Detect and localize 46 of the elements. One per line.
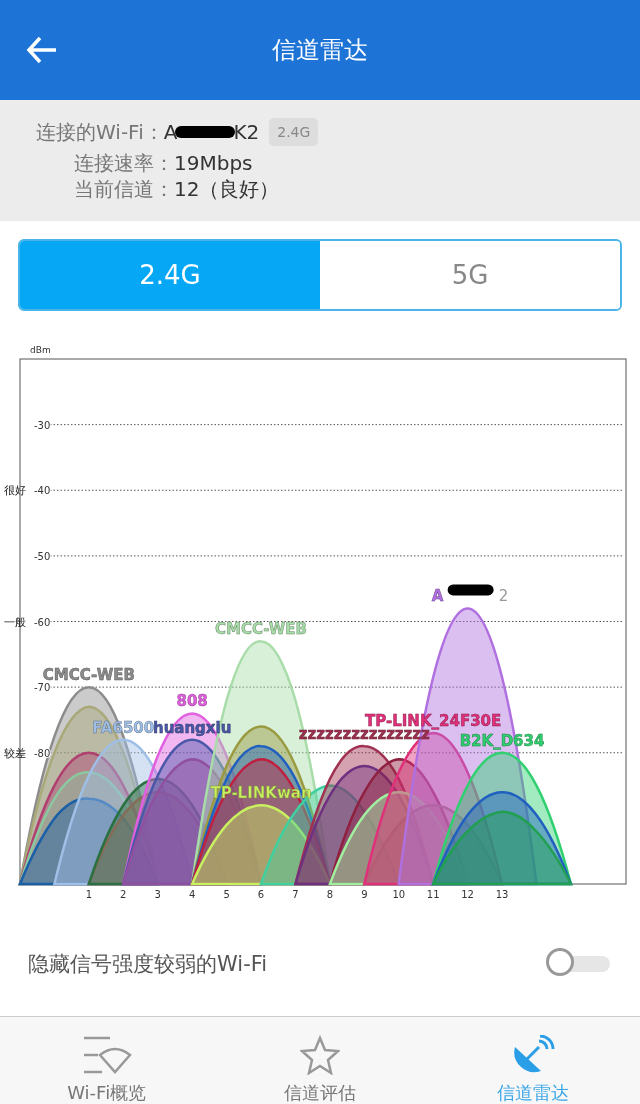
band-badge: 2.4G — [269, 118, 319, 146]
tick-label: 9 — [361, 889, 368, 900]
rate-value: 19Mbps — [174, 150, 253, 176]
hide-weak-label: 隐藏信号强度较弱的Wi-Fi — [28, 950, 268, 978]
tick-label: 4 — [188, 889, 196, 900]
band-tab[interactable]: 2.4G — [20, 241, 320, 309]
wifi-label: 连接的Wi-Fi： — [36, 118, 164, 146]
tick-label: 11 — [426, 889, 440, 900]
ssid-text: A — [163, 120, 178, 144]
channel-label: 当前信道： — [74, 176, 174, 202]
nav-item[interactable]: 信道雷达 — [426, 1017, 640, 1104]
tick-label: 10 — [392, 889, 406, 900]
tick-label: -70 — [34, 682, 51, 694]
redaction-mark — [447, 584, 494, 596]
tick-label: 13 — [495, 889, 509, 900]
tick-label: 7 — [292, 889, 299, 900]
network-label: CMCC-WEB — [215, 620, 308, 639]
nav-item[interactable]: 信道评估 — [213, 1017, 427, 1104]
rate-label: 连接速率： — [74, 150, 174, 176]
quality-label: 较差 — [4, 746, 26, 760]
nav-item[interactable]: Wi-Fi概览 — [0, 1017, 214, 1104]
tick-label: -30 — [34, 419, 51, 431]
axis-unit: dBm — [30, 345, 51, 355]
tick-label: 2 — [120, 889, 127, 900]
page-title: 信道雷达 — [272, 35, 368, 66]
star-icon — [300, 1035, 340, 1075]
quality-label: 一般 — [4, 615, 26, 629]
network-label: 808 — [176, 692, 208, 711]
back-arrow-icon[interactable] — [26, 36, 58, 64]
network-label: 2 — [498, 587, 509, 606]
channel-value: 12（良好） — [174, 176, 280, 202]
tick-label: -60 — [34, 616, 51, 628]
tick-label: -50 — [34, 550, 51, 562]
ssid-text: K2 — [233, 120, 260, 144]
network-label: A — [431, 587, 444, 606]
tick-label: 5 — [223, 889, 230, 900]
tick-label: -40 — [34, 485, 51, 497]
tick-label: 8 — [326, 889, 334, 900]
network-label: B2K_D634 — [459, 731, 545, 750]
quality-label: 很好 — [4, 484, 26, 498]
tick-label: 3 — [154, 889, 161, 900]
tick-label: 12 — [461, 889, 474, 900]
satellite-dish-icon — [511, 1035, 556, 1075]
tick-label: 6 — [257, 889, 265, 900]
tick-label: 1 — [85, 889, 93, 900]
wifi-list-icon — [81, 1035, 132, 1075]
